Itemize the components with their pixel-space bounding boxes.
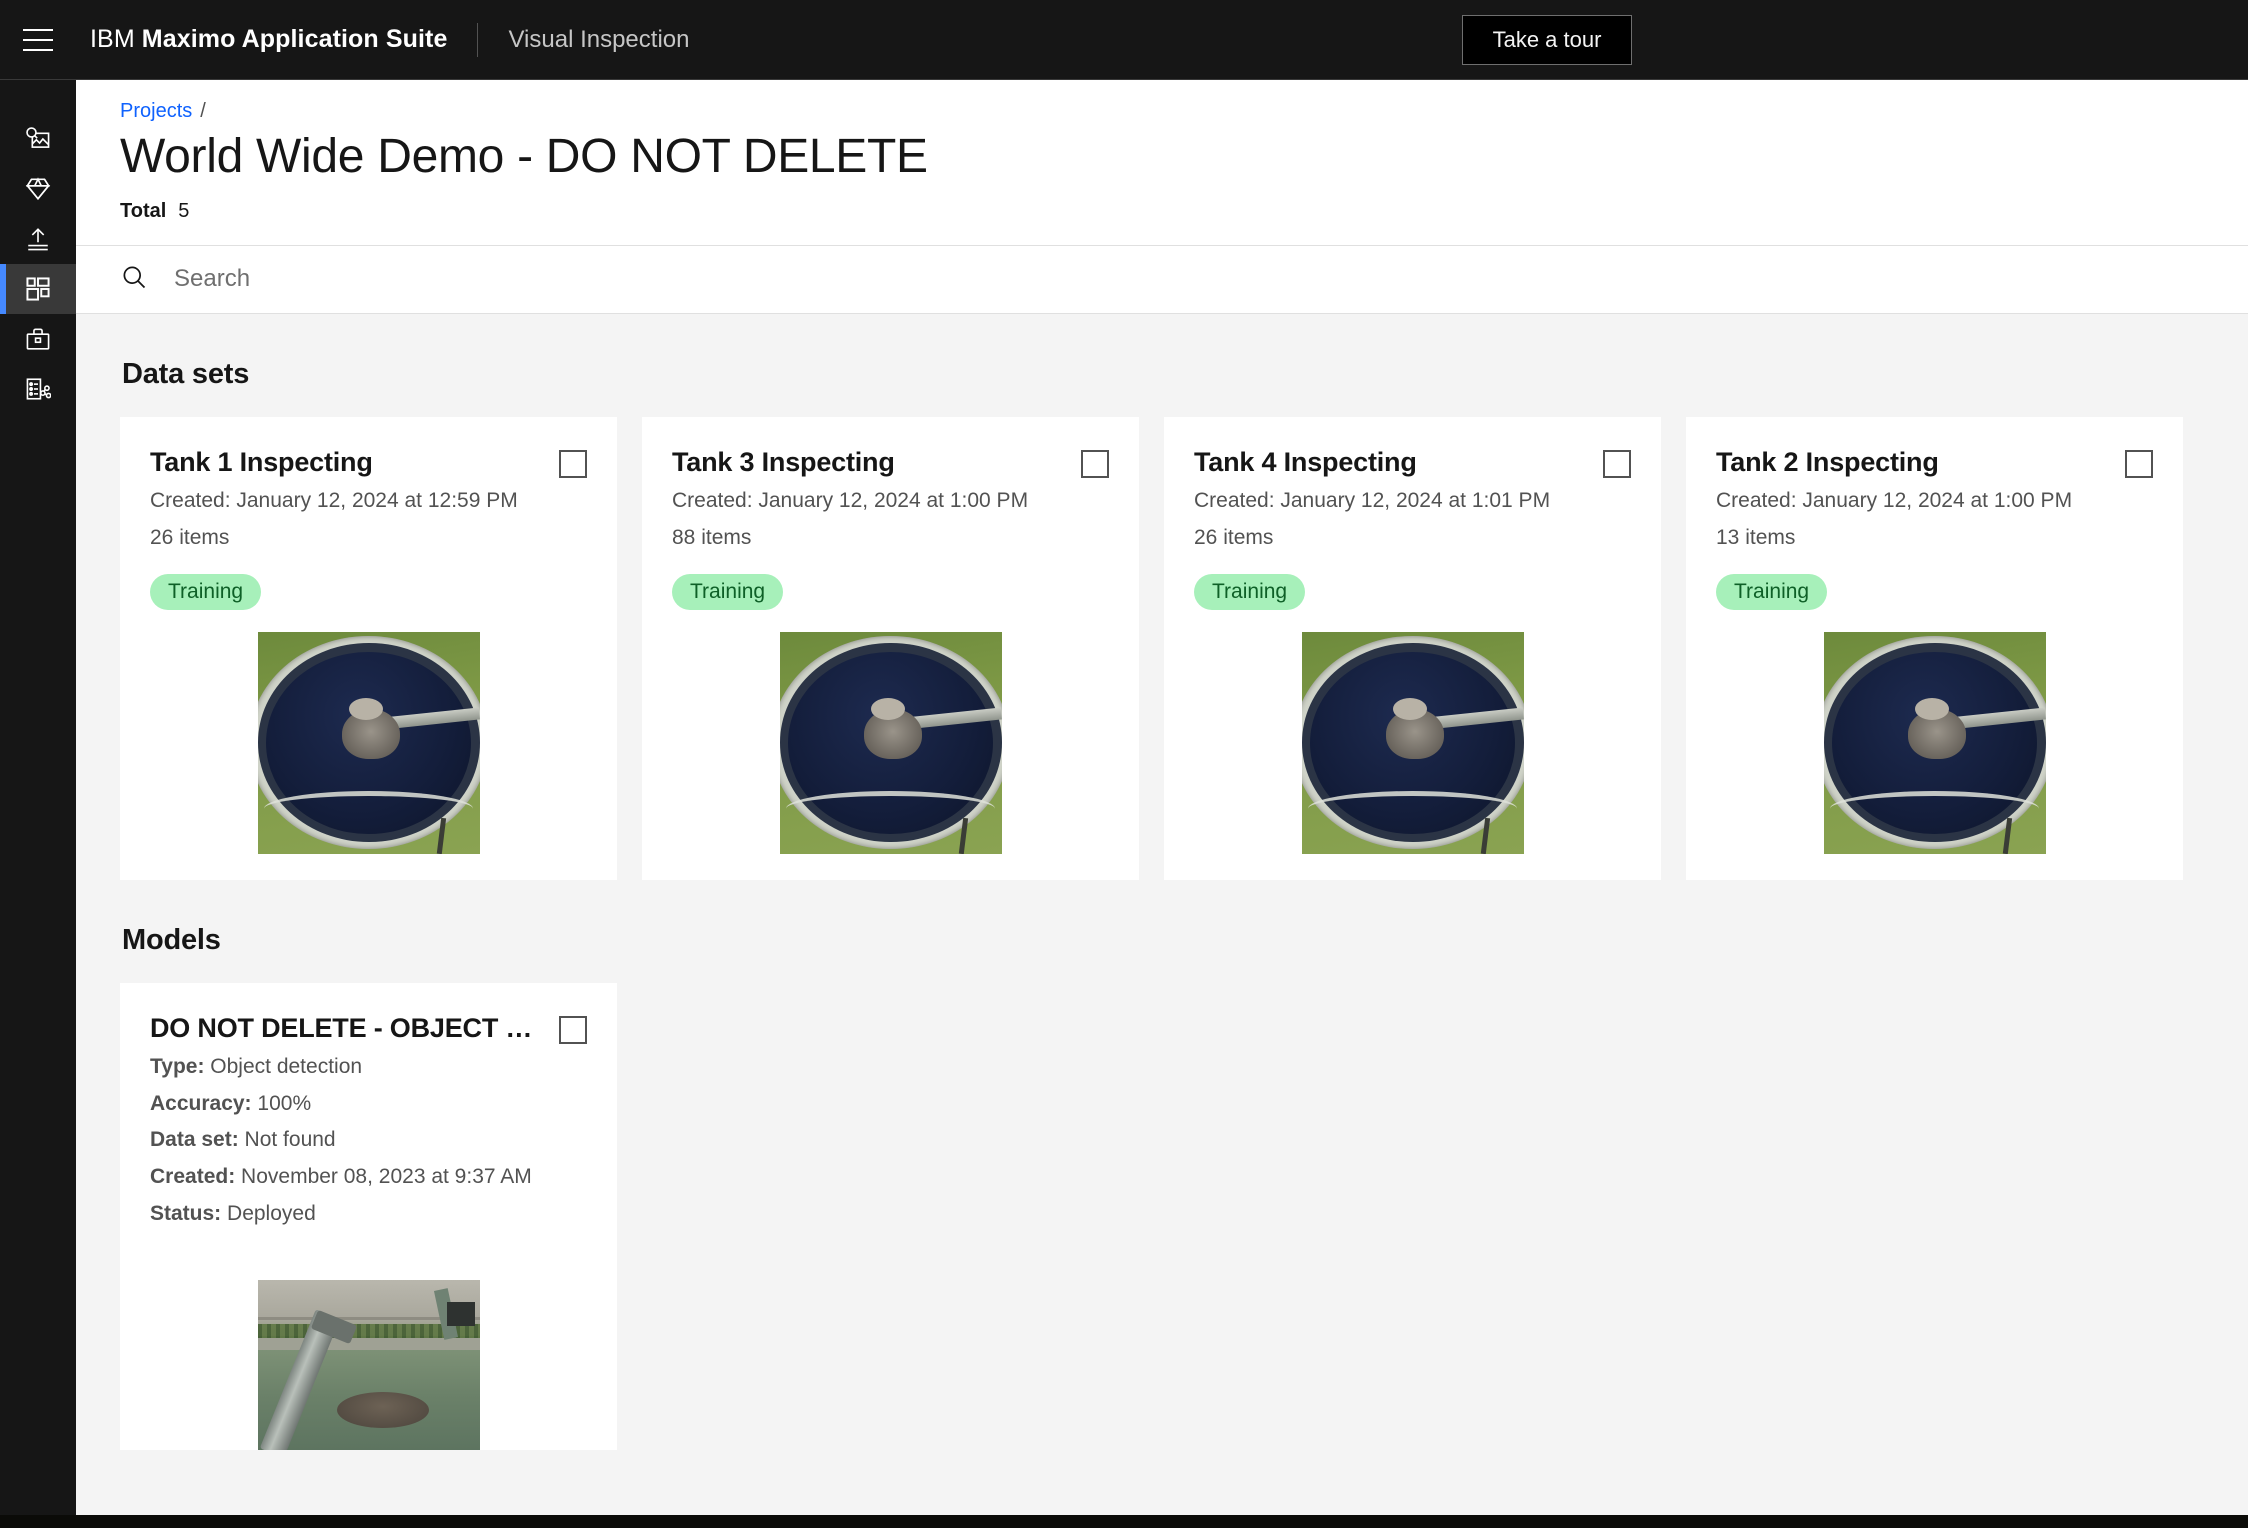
page-header: Projects / World Wide Demo - DO NOT DELET… bbox=[76, 80, 2248, 246]
data-set-thumbnail-wrap bbox=[150, 631, 587, 854]
data-set-checkbox[interactable] bbox=[1603, 449, 1631, 478]
model-created-label: Created: bbox=[150, 1165, 236, 1189]
brand-prefix: IBM bbox=[90, 25, 135, 53]
deploy-list-icon bbox=[25, 376, 51, 402]
model-status-value: Deployed bbox=[227, 1202, 316, 1226]
breadcrumb-projects-link[interactable]: Projects bbox=[120, 100, 192, 122]
models-section-title: Models bbox=[122, 923, 221, 956]
model-dataset-value: Not found bbox=[244, 1128, 336, 1152]
data-set-card[interactable]: Tank 1 Inspecting Created: January 12, 2… bbox=[120, 416, 617, 880]
data-set-created: Created: January 12, 2024 at 1:00 PM bbox=[1716, 488, 2073, 512]
brand-title[interactable]: IBM Maximo Application Suite bbox=[90, 25, 447, 54]
data-set-created: Created: January 12, 2024 at 12:59 PM bbox=[150, 488, 518, 512]
model-created-row: Created: November 08, 2023 at 9:37 AM bbox=[150, 1164, 587, 1191]
hamburger-menu-icon[interactable] bbox=[0, 0, 76, 79]
screen-bottom-edge bbox=[0, 1515, 2248, 1528]
breadcrumb-separator: / bbox=[200, 100, 206, 122]
model-accuracy-label: Accuracy: bbox=[150, 1091, 252, 1115]
search-bar[interactable] bbox=[76, 245, 2248, 314]
total-label: Total bbox=[120, 199, 167, 222]
diamond-icon bbox=[25, 176, 51, 202]
data-set-checkbox[interactable] bbox=[1081, 449, 1109, 478]
page-title: World Wide Demo - DO NOT DELETE bbox=[120, 130, 928, 183]
aerial-circular-water-tank-thumbnail bbox=[1823, 631, 2046, 854]
model-dataset-label: Data set: bbox=[150, 1128, 239, 1152]
sidebar-item-projects[interactable] bbox=[0, 264, 76, 314]
models-grid: DO NOT DELETE - OBJECT DET... Type: Obje… bbox=[120, 982, 2204, 1451]
model-accuracy-value: 100% bbox=[257, 1091, 312, 1115]
brand-name: Maximo Application Suite bbox=[141, 25, 448, 53]
data-set-title: Tank 3 Inspecting bbox=[672, 446, 895, 477]
data-set-title: Tank 4 Inspecting bbox=[1194, 446, 1417, 477]
card-header: Tank 2 Inspecting bbox=[1716, 447, 2153, 478]
data-set-checkbox[interactable] bbox=[2125, 449, 2153, 478]
upload-icon bbox=[25, 226, 51, 252]
data-set-title: Tank 2 Inspecting bbox=[1716, 446, 1939, 477]
card-header: Tank 1 Inspecting bbox=[150, 447, 587, 478]
model-created-value: November 08, 2023 at 9:37 AM bbox=[241, 1165, 532, 1189]
content-area: Data sets Tank 1 Inspecting Created: Jan… bbox=[76, 314, 2248, 1451]
data-set-item-count: 88 items bbox=[672, 525, 752, 549]
card-header: Tank 3 Inspecting bbox=[672, 447, 1109, 478]
toolbox-icon bbox=[25, 326, 51, 352]
image-search-icon bbox=[25, 126, 51, 152]
data-set-created: Created: January 12, 2024 at 1:00 PM bbox=[672, 488, 1029, 512]
sidebar-item-deployed-models[interactable] bbox=[0, 364, 76, 414]
model-card[interactable]: DO NOT DELETE - OBJECT DET... Type: Obje… bbox=[120, 982, 617, 1451]
take-a-tour-button[interactable]: Take a tour bbox=[1462, 15, 1632, 65]
dashboard-grid-icon bbox=[25, 276, 51, 302]
data-set-item-count: 26 items bbox=[1194, 525, 1274, 549]
data-sets-section-title: Data sets bbox=[122, 357, 250, 390]
data-set-item-count: 13 items bbox=[1716, 525, 1796, 549]
left-nav-rail bbox=[0, 80, 76, 1528]
data-set-tag: Training bbox=[150, 573, 262, 610]
data-set-tag: Training bbox=[1716, 573, 1828, 610]
skimmer-arm-over-water-thumbnail bbox=[257, 1280, 480, 1451]
data-set-thumbnail-wrap bbox=[1194, 631, 1631, 854]
aerial-circular-water-tank-thumbnail bbox=[779, 631, 1002, 854]
aerial-circular-water-tank-thumbnail bbox=[1301, 631, 1524, 854]
data-set-card[interactable]: Tank 3 Inspecting Created: January 12, 2… bbox=[642, 416, 1139, 880]
data-set-thumbnail-wrap bbox=[672, 631, 1109, 854]
model-type-row: Type: Object detection bbox=[150, 1054, 587, 1081]
app-header: IBM Maximo Application Suite Visual Insp… bbox=[0, 0, 2248, 80]
data-set-card[interactable]: Tank 2 Inspecting Created: January 12, 2… bbox=[1686, 416, 2183, 880]
model-dataset-row: Data set: Not found bbox=[150, 1127, 587, 1154]
total-value: 5 bbox=[178, 199, 190, 222]
data-set-thumbnail-wrap bbox=[1716, 631, 2153, 854]
model-status-row: Status: Deployed bbox=[150, 1201, 587, 1228]
header-divider bbox=[477, 22, 479, 57]
sidebar-item-upload[interactable] bbox=[0, 214, 76, 264]
search-input[interactable] bbox=[174, 265, 774, 294]
card-header: Tank 4 Inspecting bbox=[1194, 447, 1631, 478]
data-set-tag: Training bbox=[672, 573, 784, 610]
model-thumbnail-wrap bbox=[150, 1280, 587, 1451]
product-name[interactable]: Visual Inspection bbox=[508, 26, 689, 54]
main-content: Projects / World Wide Demo - DO NOT DELET… bbox=[76, 80, 2248, 1515]
aerial-circular-water-tank-thumbnail bbox=[257, 631, 480, 854]
data-set-card[interactable]: Tank 4 Inspecting Created: January 12, 2… bbox=[1164, 416, 1661, 880]
data-set-title: Tank 1 Inspecting bbox=[150, 446, 373, 477]
model-type-label: Type: bbox=[150, 1054, 205, 1078]
data-set-created: Created: January 12, 2024 at 1:01 PM bbox=[1194, 488, 1551, 512]
breadcrumb: Projects / bbox=[120, 96, 2204, 123]
card-header: DO NOT DELETE - OBJECT DET... bbox=[150, 1013, 587, 1044]
sidebar-item-image-search[interactable] bbox=[0, 114, 76, 164]
search-icon bbox=[120, 263, 148, 296]
model-type-value: Object detection bbox=[210, 1054, 363, 1078]
data-sets-grid: Tank 1 Inspecting Created: January 12, 2… bbox=[120, 416, 2204, 880]
data-set-checkbox[interactable] bbox=[559, 449, 587, 478]
model-status-label: Status: bbox=[150, 1202, 222, 1226]
data-set-item-count: 26 items bbox=[150, 525, 230, 549]
model-checkbox[interactable] bbox=[559, 1015, 587, 1044]
total-row: Total 5 bbox=[120, 200, 2204, 223]
model-title: DO NOT DELETE - OBJECT DET... bbox=[150, 1012, 550, 1043]
sidebar-item-model-gem[interactable] bbox=[0, 164, 76, 214]
sidebar-item-toolbox[interactable] bbox=[0, 314, 76, 364]
model-accuracy-row: Accuracy: 100% bbox=[150, 1091, 587, 1118]
data-set-tag: Training bbox=[1194, 573, 1306, 610]
